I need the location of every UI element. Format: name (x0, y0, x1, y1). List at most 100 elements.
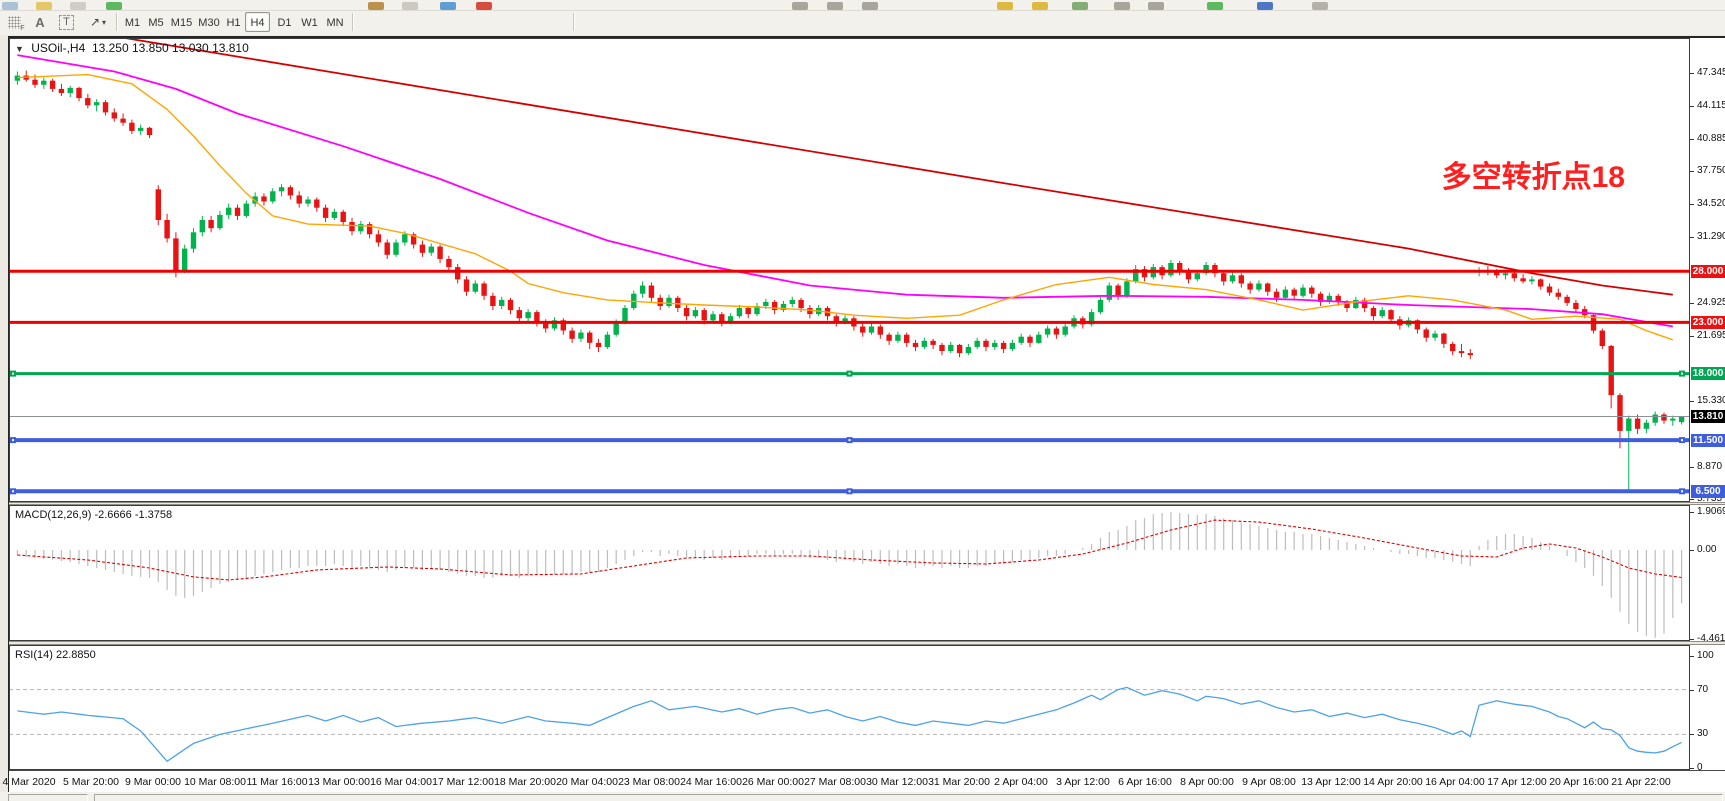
text-box-icon: T (59, 15, 74, 30)
snap-grid-button[interactable]: F (1, 12, 27, 32)
toolbar-separator (573, 13, 575, 31)
axis-tick (1690, 499, 1694, 500)
chart-window[interactable]: ▼ USOil-,H4 13.250 13.850 13.030 13.810 … (8, 36, 1725, 794)
timeframe-button-m1[interactable]: M1 (121, 12, 144, 32)
timeframe-button-w1[interactable]: W1 (298, 12, 321, 32)
toolbar-icon[interactable] (792, 2, 808, 10)
price-tick-label: 15.330 (1697, 395, 1725, 407)
one-click-trading-toggle[interactable]: ▼ (15, 44, 24, 54)
toolbar-icon[interactable] (1207, 2, 1223, 10)
rsi-indicator-pane[interactable] (9, 645, 1690, 770)
time-tick-label: 9 Mar 00:00 (125, 776, 181, 788)
timeframe-button-m30[interactable]: M30 (196, 12, 222, 32)
time-tick-label: 20 Mar 04:00 (556, 776, 618, 788)
axis-tick (1690, 401, 1694, 402)
chart-title: ▼ USOil-,H4 13.250 13.850 13.030 13.810 (15, 41, 249, 55)
text-label-icon: A (35, 15, 44, 30)
axis-tick (1690, 139, 1694, 140)
macd-indicator-pane[interactable] (9, 505, 1690, 641)
toolbar-icon[interactable] (827, 2, 843, 10)
toolbar-icon[interactable] (1148, 2, 1164, 10)
status-cell (94, 794, 1723, 801)
toolbar-icon[interactable] (70, 2, 86, 10)
time-tick-label: 17 Mar 12:00 (432, 776, 494, 788)
toolbar-icon[interactable] (2, 2, 18, 10)
timeframe-button-h4[interactable]: H4 (245, 12, 270, 32)
toolbar-icon[interactable] (440, 2, 456, 10)
time-tick-label: 11 Mar 16:00 (246, 776, 307, 788)
axis-tick (1690, 204, 1694, 205)
price-badge: 28.000 (1691, 265, 1725, 278)
time-tick-label: 2 Apr 04:00 (994, 776, 1048, 788)
rsi-label: RSI(14) 22.8850 (15, 649, 96, 661)
macd-chart[interactable] (9, 505, 1690, 641)
price-badge: 11.500 (1691, 434, 1725, 447)
axis-tick (1690, 336, 1694, 337)
toolbar-icon[interactable] (1032, 2, 1048, 10)
macd-tick-label: 1.9069 (1697, 506, 1725, 518)
timeframe-button-m15[interactable]: M15 (168, 12, 195, 32)
axis-tick (1690, 639, 1694, 640)
axis-tick (1690, 656, 1694, 657)
toolbar-icon[interactable] (862, 2, 878, 10)
toolbar-icon[interactable] (476, 2, 492, 10)
chart-text-annotation[interactable]: 多空转折点18 (1442, 152, 1625, 196)
status-bar (0, 792, 1725, 801)
toolbar-icon[interactable] (402, 2, 418, 10)
time-tick-label: 14 Apr 20:00 (1363, 776, 1423, 788)
time-tick-label: 17 Apr 12:00 (1487, 776, 1547, 788)
time-tick-label: 18 Mar 20:00 (494, 776, 556, 788)
price-tick-label: 37.750 (1697, 165, 1725, 177)
time-axis[interactable]: 4 Mar 20205 Mar 20:009 Mar 00:0010 Mar 0… (9, 770, 1725, 793)
toolbar-icon[interactable] (36, 2, 52, 10)
toolbar-icon[interactable] (1312, 2, 1328, 10)
chart-ohlc-values: 13.250 13.850 13.030 13.810 (92, 41, 249, 55)
toolbar-icon[interactable] (1072, 2, 1088, 10)
rsi-chart[interactable] (9, 645, 1690, 770)
time-tick-label: 27 Mar 08:00 (804, 776, 866, 788)
arrows-icon: ↗ (90, 15, 100, 29)
price-badge: 23.000 (1691, 316, 1725, 329)
chevron-down-icon: ▾ (102, 18, 106, 27)
time-tick-label: 13 Apr 12:00 (1301, 776, 1361, 788)
time-tick-label: 16 Apr 04:00 (1425, 776, 1485, 788)
time-tick-label: 10 Mar 08:00 (184, 776, 246, 788)
time-tick-label: 24 Mar 16:00 (680, 776, 742, 788)
rsi-tick-label: 100 (1697, 650, 1725, 662)
chart-symbol-period: USOil-,H4 (31, 41, 85, 55)
text-label-button[interactable]: A (29, 12, 51, 32)
timeframe-button-m5[interactable]: M5 (145, 12, 167, 32)
time-tick-label: 31 Mar 20:00 (928, 776, 990, 788)
axis-tick (1690, 106, 1694, 107)
axis-tick (1690, 171, 1694, 172)
timeframe-button-h1[interactable]: H1 (223, 12, 244, 32)
toolbar-separator (116, 13, 118, 31)
axis-tick (1690, 303, 1694, 304)
toolbar-main-row: FAT ↗▾ M1M5M15M30H1H4D1W1MN (0, 11, 1725, 35)
time-tick-label: 9 Apr 08:00 (1242, 776, 1296, 788)
price-tick-label: 8.870 (1697, 461, 1725, 473)
arrows-tool-button[interactable]: ↗▾ (82, 12, 114, 32)
axis-tick (1690, 73, 1694, 74)
candlestick-chart[interactable] (9, 38, 1690, 502)
price-badge: 6.500 (1691, 485, 1725, 498)
time-tick-label: 16 Mar 04:00 (370, 776, 432, 788)
macd-tick-label: -4.4614 (1697, 633, 1725, 645)
axis-tick (1690, 734, 1694, 735)
timeframe-button-mn[interactable]: MN (322, 12, 348, 32)
axis-tick (1690, 467, 1694, 468)
price-badge: 18.000 (1691, 367, 1725, 380)
toolbar-icon[interactable] (1114, 2, 1130, 10)
timeframe-button-d1[interactable]: D1 (273, 12, 296, 32)
toolbar-icon[interactable] (1257, 2, 1273, 10)
price-tick-label: 40.885 (1697, 133, 1725, 145)
toolbar-icon[interactable] (106, 2, 122, 10)
status-cell (8, 794, 88, 801)
rsi-tick-label: 30 (1697, 728, 1725, 740)
toolbar-icon[interactable] (997, 2, 1013, 10)
toolbar-icon[interactable] (368, 2, 384, 10)
time-tick-label: 5 Mar 20:00 (63, 776, 119, 788)
price-chart-pane[interactable] (9, 38, 1690, 502)
price-tick-label: 24.925 (1697, 297, 1725, 309)
text-box-button[interactable]: T (53, 12, 80, 32)
